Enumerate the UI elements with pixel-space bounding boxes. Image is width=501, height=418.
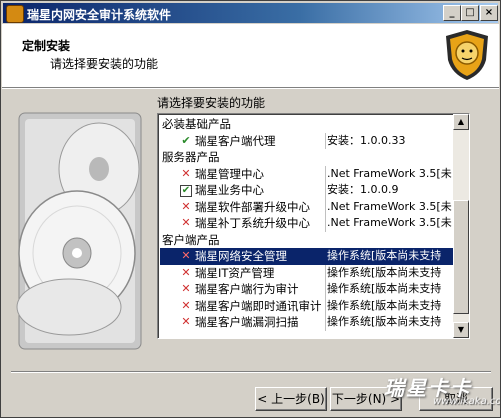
item-label: 瑞星管理中心 [195,166,264,181]
item-status: 安装：1.0.0.33 [327,133,406,147]
item-status: .Net FrameWork 3.5[未 [327,166,452,180]
list-item[interactable]: ✕ 瑞星客户端行为审计 操作系统[版本尚未支持 [160,281,453,298]
rising-lion-logo-icon [446,30,488,80]
scroll-thumb[interactable] [453,200,469,314]
item-label: 瑞星IT资产管理 [195,265,275,280]
app-icon [6,5,24,23]
list-item[interactable]: ✕ 瑞星网络安全管理 操作系统[版本尚未支持 [160,248,453,265]
x-mark-icon[interactable]: ✕ [180,215,192,232]
column-separator [325,281,326,298]
column-separator [325,215,326,232]
checkmark-icon[interactable]: ✔ [180,133,192,150]
vertical-scrollbar[interactable]: ▲ ▼ [453,114,469,338]
item-label: 瑞星网络安全管理 [195,249,287,263]
x-mark-icon[interactable]: ✕ [180,265,192,282]
x-mark-icon[interactable]: ✕ [180,199,192,216]
list-group-header: 必装基础产品 [160,116,453,133]
item-label: 瑞星业务中心 [195,183,264,197]
item-label: 瑞星软件部署升级中心 [195,199,310,214]
column-separator [325,132,326,149]
list-item[interactable]: ✕ 瑞星软件部署升级中心 .Net FrameWork 3.5[未 [160,198,453,216]
list-group-header: 服务器产品 [160,149,453,166]
group-label: 客户端产品 [162,232,220,247]
scroll-down-arrow-icon[interactable]: ▼ [453,322,469,338]
close-button[interactable]: × [480,5,498,21]
list-group-header: 客户端产品 [160,232,453,249]
x-mark-icon[interactable]: ✕ [180,281,192,298]
column-separator [325,264,326,281]
page-subtitle: 请选择要安装的功能 [50,57,159,71]
item-status: 操作系统[版本尚未支持 [327,298,442,312]
list-item[interactable]: ✔ 瑞星业务中心 安装：1.0.0.9 [160,182,453,199]
back-button[interactable]: < 上一步(B) [255,387,327,411]
column-separator [325,165,326,182]
item-status: 安装：1.0.0.9 [327,183,399,196]
group-label: 必装基础产品 [162,117,231,131]
list-item[interactable]: ✔ 瑞星客户端代理 安装：1.0.0.33 [160,132,453,150]
x-mark-icon[interactable]: ✕ [180,166,192,183]
x-mark-icon[interactable]: ✕ [180,298,192,315]
item-status: .Net FrameWork 3.5[未 [327,216,452,229]
window-title: 瑞星内网安全审计系统软件 [27,8,172,22]
item-label: 瑞星客户端代理 [195,133,276,148]
title-bar[interactable]: 瑞星内网安全审计系统软件 _ □ × [3,3,498,23]
x-mark-icon[interactable]: ✕ [180,248,192,265]
column-separator [325,198,326,215]
cd-discs-illustration [16,112,142,350]
item-label: 瑞星补丁系统升级中心 [195,216,310,230]
item-status: 操作系统[版本尚未支持 [327,282,442,295]
checkbox-checked-icon[interactable]: ✔ [180,185,192,197]
header-panel: 定制安装 请选择要安装的功能 [2,24,499,88]
item-label: 瑞星客户端即时通讯审计 [195,298,322,313]
list-item[interactable]: ✕ 瑞星IT资产管理 操作系统[版本尚未支持 [160,264,453,282]
item-label: 瑞星客户端行为审计 [195,282,299,296]
column-separator [325,182,326,199]
column-separator [325,248,326,265]
feature-list-label: 请选择要安装的功能 [157,96,266,110]
page-title: 定制安装 [22,39,71,53]
list-item[interactable]: ✕ 瑞星客户端漏洞扫描 操作系统[版本尚未支持 [160,314,453,331]
list-item[interactable]: ✕ 瑞星补丁系统升级中心 .Net FrameWork 3.5[未 [160,215,453,232]
list-item[interactable]: ✕ 瑞星管理中心 .Net FrameWork 3.5[未 [160,165,453,183]
column-separator [325,314,326,331]
group-label: 服务器产品 [162,150,220,164]
item-status: 操作系统[版本尚未支持 [327,315,442,328]
feature-tree-list[interactable]: 必装基础产品 ✔ 瑞星客户端代理 安装：1.0.0.33 服务器产品 ✕ 瑞星管理中心 .Ne… [157,113,470,339]
item-status: 操作系统[版本尚未支持 [327,265,442,279]
installer-window: 瑞星内网安全审计系统软件 _ □ × 定制安装 请选择要安装的功能 请选择要安装… [0,0,501,418]
item-status: .Net FrameWork 3.5[未 [327,199,452,213]
column-separator [325,297,326,314]
item-status: 操作系统[版本尚未支持 [327,249,442,262]
header-divider [2,88,499,89]
list-item[interactable]: ✕ 瑞星客户端即时通讯审计 操作系统[版本尚未支持 [160,297,453,315]
minimize-button[interactable]: _ [443,5,461,21]
scroll-up-arrow-icon[interactable]: ▲ [453,114,469,130]
x-mark-icon[interactable]: ✕ [180,314,192,331]
maximize-button[interactable]: □ [461,5,479,21]
watermark-site: www.ikaka.com [433,396,501,407]
item-label: 瑞星客户端漏洞扫描 [195,315,299,329]
